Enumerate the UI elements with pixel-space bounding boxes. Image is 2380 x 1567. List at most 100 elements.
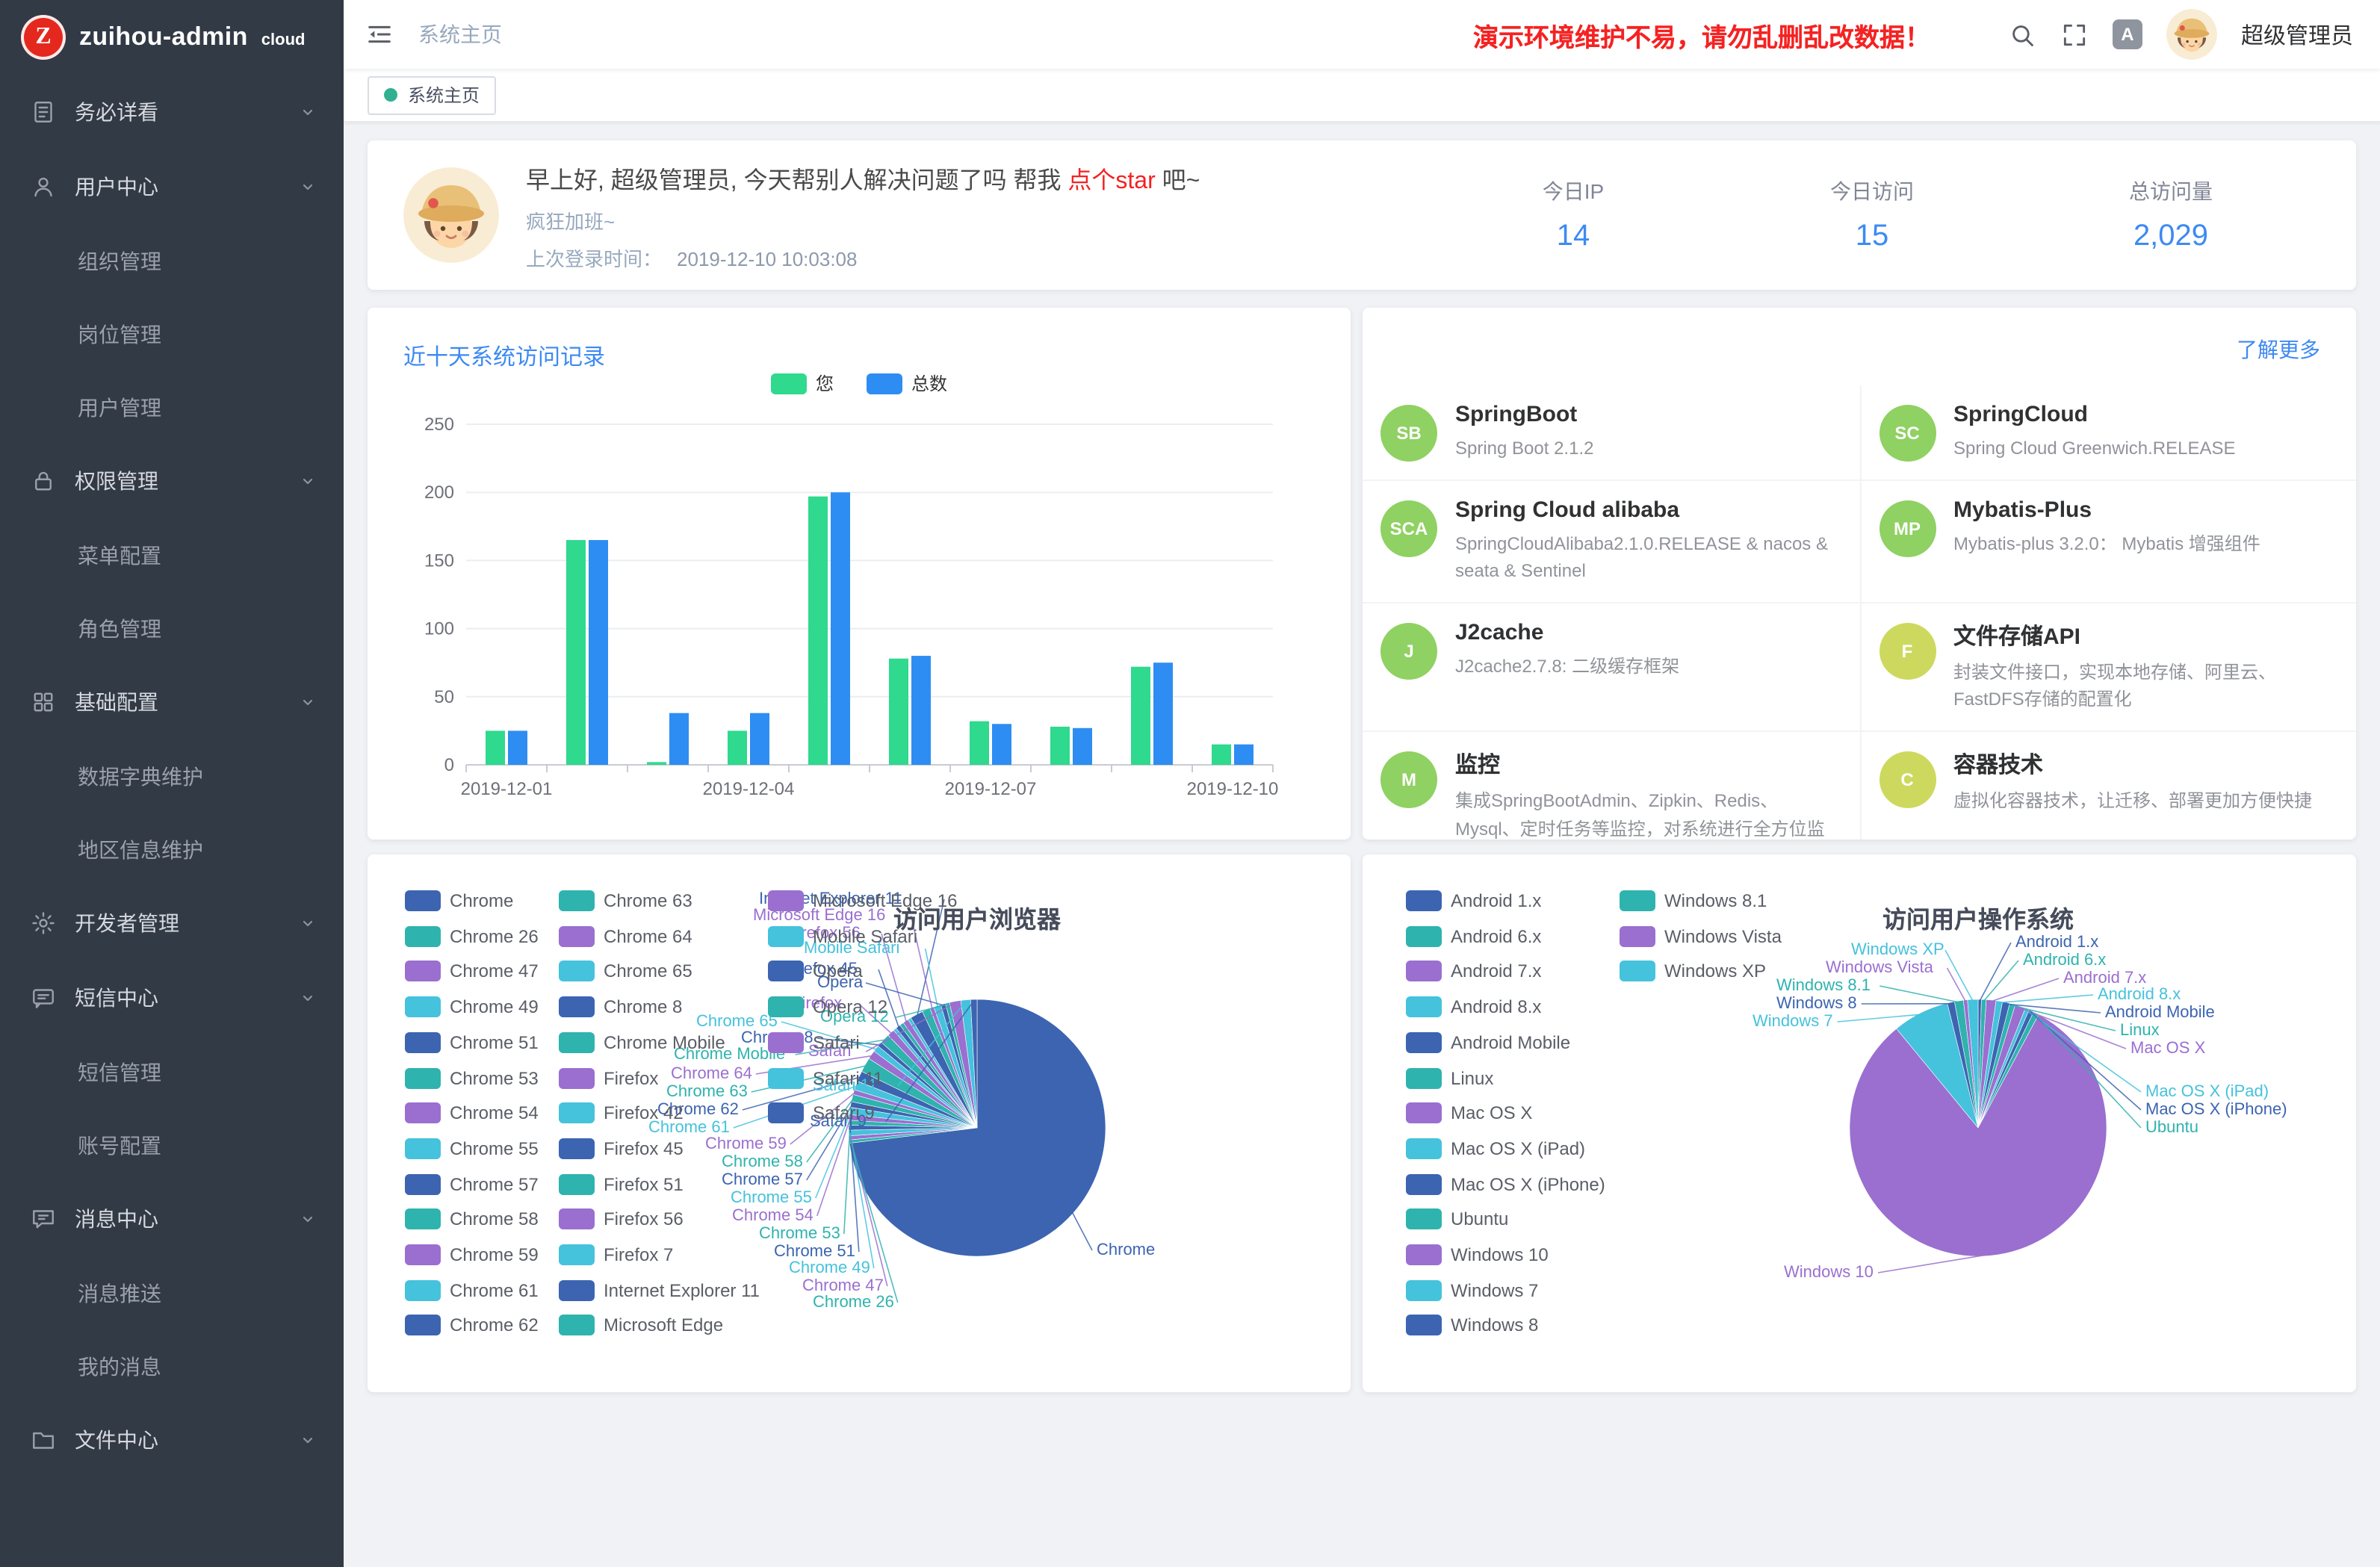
legend-item[interactable]: Microsoft Edge (559, 1315, 723, 1336)
legend-label: Opera (813, 961, 863, 982)
legend-swatch (559, 1244, 595, 1265)
legend-item[interactable]: Internet Explorer 11 (559, 1279, 760, 1300)
bar (808, 497, 828, 765)
sidebar-item-grid[interactable]: 基础配置 (0, 665, 344, 739)
legend-item[interactable]: Chrome (405, 890, 513, 911)
sidebar-subitem[interactable]: 账号配置 (0, 1108, 344, 1182)
legend-item[interactable]: Chrome 49 (405, 996, 539, 1017)
legend-item[interactable]: Safari 11 (768, 1067, 883, 1088)
greeting-info: 早上好, 超级管理员, 今天帮别人解决问题了吗 帮我 点个star 吧~ 疯狂加… (526, 159, 1200, 271)
sidebar-item-book[interactable]: 务必详看 (0, 75, 344, 149)
tab-home[interactable]: 系统主页 (368, 75, 496, 114)
legend-label: Chrome 62 (450, 1315, 539, 1336)
greeting-avatar (403, 167, 499, 263)
hamburger-icon[interactable] (365, 19, 394, 49)
bar (1153, 663, 1173, 765)
legend-item[interactable]: Chrome 54 (405, 1102, 539, 1123)
legend-item[interactable]: Chrome 57 (405, 1173, 539, 1194)
sidebar-subitem[interactable]: 我的消息 (0, 1329, 344, 1403)
pie-label: Chrome 55 (731, 1189, 812, 1207)
legend-item[interactable]: Safari 9 (768, 1102, 875, 1123)
greeting-motto: 疯狂加班~ (526, 205, 1200, 234)
legend-item[interactable]: Chrome 61 (405, 1279, 539, 1300)
legend-item[interactable]: Linux (1406, 1067, 1493, 1088)
sidebar-item-user[interactable]: 用户中心 (0, 149, 344, 224)
legend-item[interactable]: Chrome 55 (405, 1138, 539, 1159)
sidebar-subitem[interactable]: 用户管理 (0, 370, 344, 444)
avatar[interactable] (2166, 9, 2217, 60)
sidebar-item-gear[interactable]: 开发者管理 (0, 886, 344, 961)
learn-more-link[interactable]: 了解更多 (2237, 335, 2320, 364)
legend-item[interactable]: Windows 7 (1406, 1279, 1538, 1300)
legend-item[interactable]: Windows 8 (1406, 1315, 1538, 1336)
legend-item[interactable]: Firefox 51 (559, 1173, 684, 1194)
legend-item[interactable]: Android 8.x (1406, 996, 1541, 1017)
legend-item[interactable]: Mac OS X (iPhone) (1406, 1173, 1605, 1194)
legend-item[interactable]: Firefox 56 (559, 1209, 684, 1230)
sidebar-subitem[interactable]: 数据字典维护 (0, 739, 344, 813)
legend-item[interactable]: Firefox 45 (559, 1138, 684, 1159)
sidebar-item-sms[interactable]: 短信中心 (0, 961, 344, 1035)
legend-item[interactable]: Android 1.x (1406, 890, 1541, 911)
fullscreen-icon[interactable] (2060, 20, 2089, 49)
username[interactable]: 超级管理员 (2241, 19, 2353, 50)
legend-item[interactable]: Windows 8.1 (1620, 890, 1767, 911)
legend-item[interactable]: Chrome 26 (405, 925, 539, 946)
stat-value[interactable]: 2,029 (2021, 220, 2320, 254)
legend-item[interactable]: Firefox 7 (559, 1244, 673, 1265)
sidebar-subitem[interactable]: 短信管理 (0, 1035, 344, 1108)
legend-swatch (559, 1067, 595, 1088)
legend-item[interactable]: Chrome 64 (559, 925, 692, 946)
search-icon[interactable] (2008, 20, 2036, 49)
sidebar-subitem[interactable]: 角色管理 (0, 592, 344, 665)
sidebar-subitem[interactable]: 组织管理 (0, 224, 344, 297)
legend-item[interactable]: Chrome 47 (405, 961, 539, 982)
y-axis-label: 100 (424, 619, 454, 639)
legend-item[interactable]: Opera (768, 961, 863, 982)
legend-item[interactable]: Chrome 65 (559, 961, 692, 982)
legend-item[interactable]: Safari (768, 1032, 860, 1053)
legend-item[interactable]: Firefox (559, 1067, 658, 1088)
legend-item[interactable]: Android Mobile (1406, 1032, 1570, 1053)
star-link[interactable]: 点个star (1067, 168, 1155, 193)
pie-label: Windows 8.1 (1776, 977, 1871, 995)
bar (486, 730, 505, 765)
legend-item[interactable]: 总数 (867, 370, 947, 396)
legend-item[interactable]: Windows 10 (1406, 1244, 1549, 1265)
bar (728, 730, 747, 765)
legend-item[interactable]: Windows XP (1620, 961, 1766, 982)
sidebar-item-message[interactable]: 消息中心 (0, 1182, 344, 1256)
legend-item[interactable]: 您 (771, 370, 834, 396)
sidebar-item-folder[interactable]: 文件中心 (0, 1403, 344, 1477)
legend-item[interactable]: Chrome 58 (405, 1209, 539, 1230)
legend-item[interactable]: Chrome 53 (405, 1067, 539, 1088)
bar (750, 713, 769, 765)
tab-label: 系统主页 (408, 82, 480, 108)
sidebar-subitem[interactable]: 地区信息维护 (0, 813, 344, 886)
legend-item[interactable]: Chrome 8 (559, 996, 682, 1017)
stat-item: 总访问量2,029 (2021, 176, 2320, 254)
legend-item[interactable]: Firefox 42 (559, 1102, 684, 1123)
stat-value[interactable]: 14 (1424, 220, 1723, 254)
sidebar-subitem[interactable]: 岗位管理 (0, 297, 344, 370)
legend-item[interactable]: Chrome 62 (405, 1315, 539, 1336)
legend-item[interactable]: Mac OS X (iPad) (1406, 1138, 1585, 1159)
sidebar-item-lock[interactable]: 权限管理 (0, 444, 344, 518)
legend-item[interactable]: Windows Vista (1620, 925, 1782, 946)
legend-item[interactable]: Chrome 51 (405, 1032, 539, 1053)
legend-item[interactable]: Android 6.x (1406, 925, 1541, 946)
breadcrumb[interactable]: 系统主页 (418, 19, 502, 49)
legend-item[interactable]: Mac OS X (1406, 1102, 1532, 1123)
legend-item[interactable]: Chrome Mobile (559, 1032, 725, 1053)
legend-item[interactable]: Chrome 63 (559, 890, 692, 911)
legend-item[interactable]: Chrome 59 (405, 1244, 539, 1265)
tags-bar: 系统主页 (344, 69, 2380, 122)
legend-item[interactable]: Opera 12 (768, 996, 887, 1017)
sidebar-subitem[interactable]: 菜单配置 (0, 518, 344, 592)
font-size-icon[interactable]: A (2113, 19, 2142, 49)
sidebar-subitem[interactable]: 消息推送 (0, 1256, 344, 1329)
legend-item[interactable]: Android 7.x (1406, 961, 1541, 982)
stat-value[interactable]: 15 (1723, 220, 2021, 254)
app-logo[interactable]: Z zuihou-admin cloud (0, 0, 344, 75)
legend-item[interactable]: Ubuntu (1406, 1209, 1508, 1230)
